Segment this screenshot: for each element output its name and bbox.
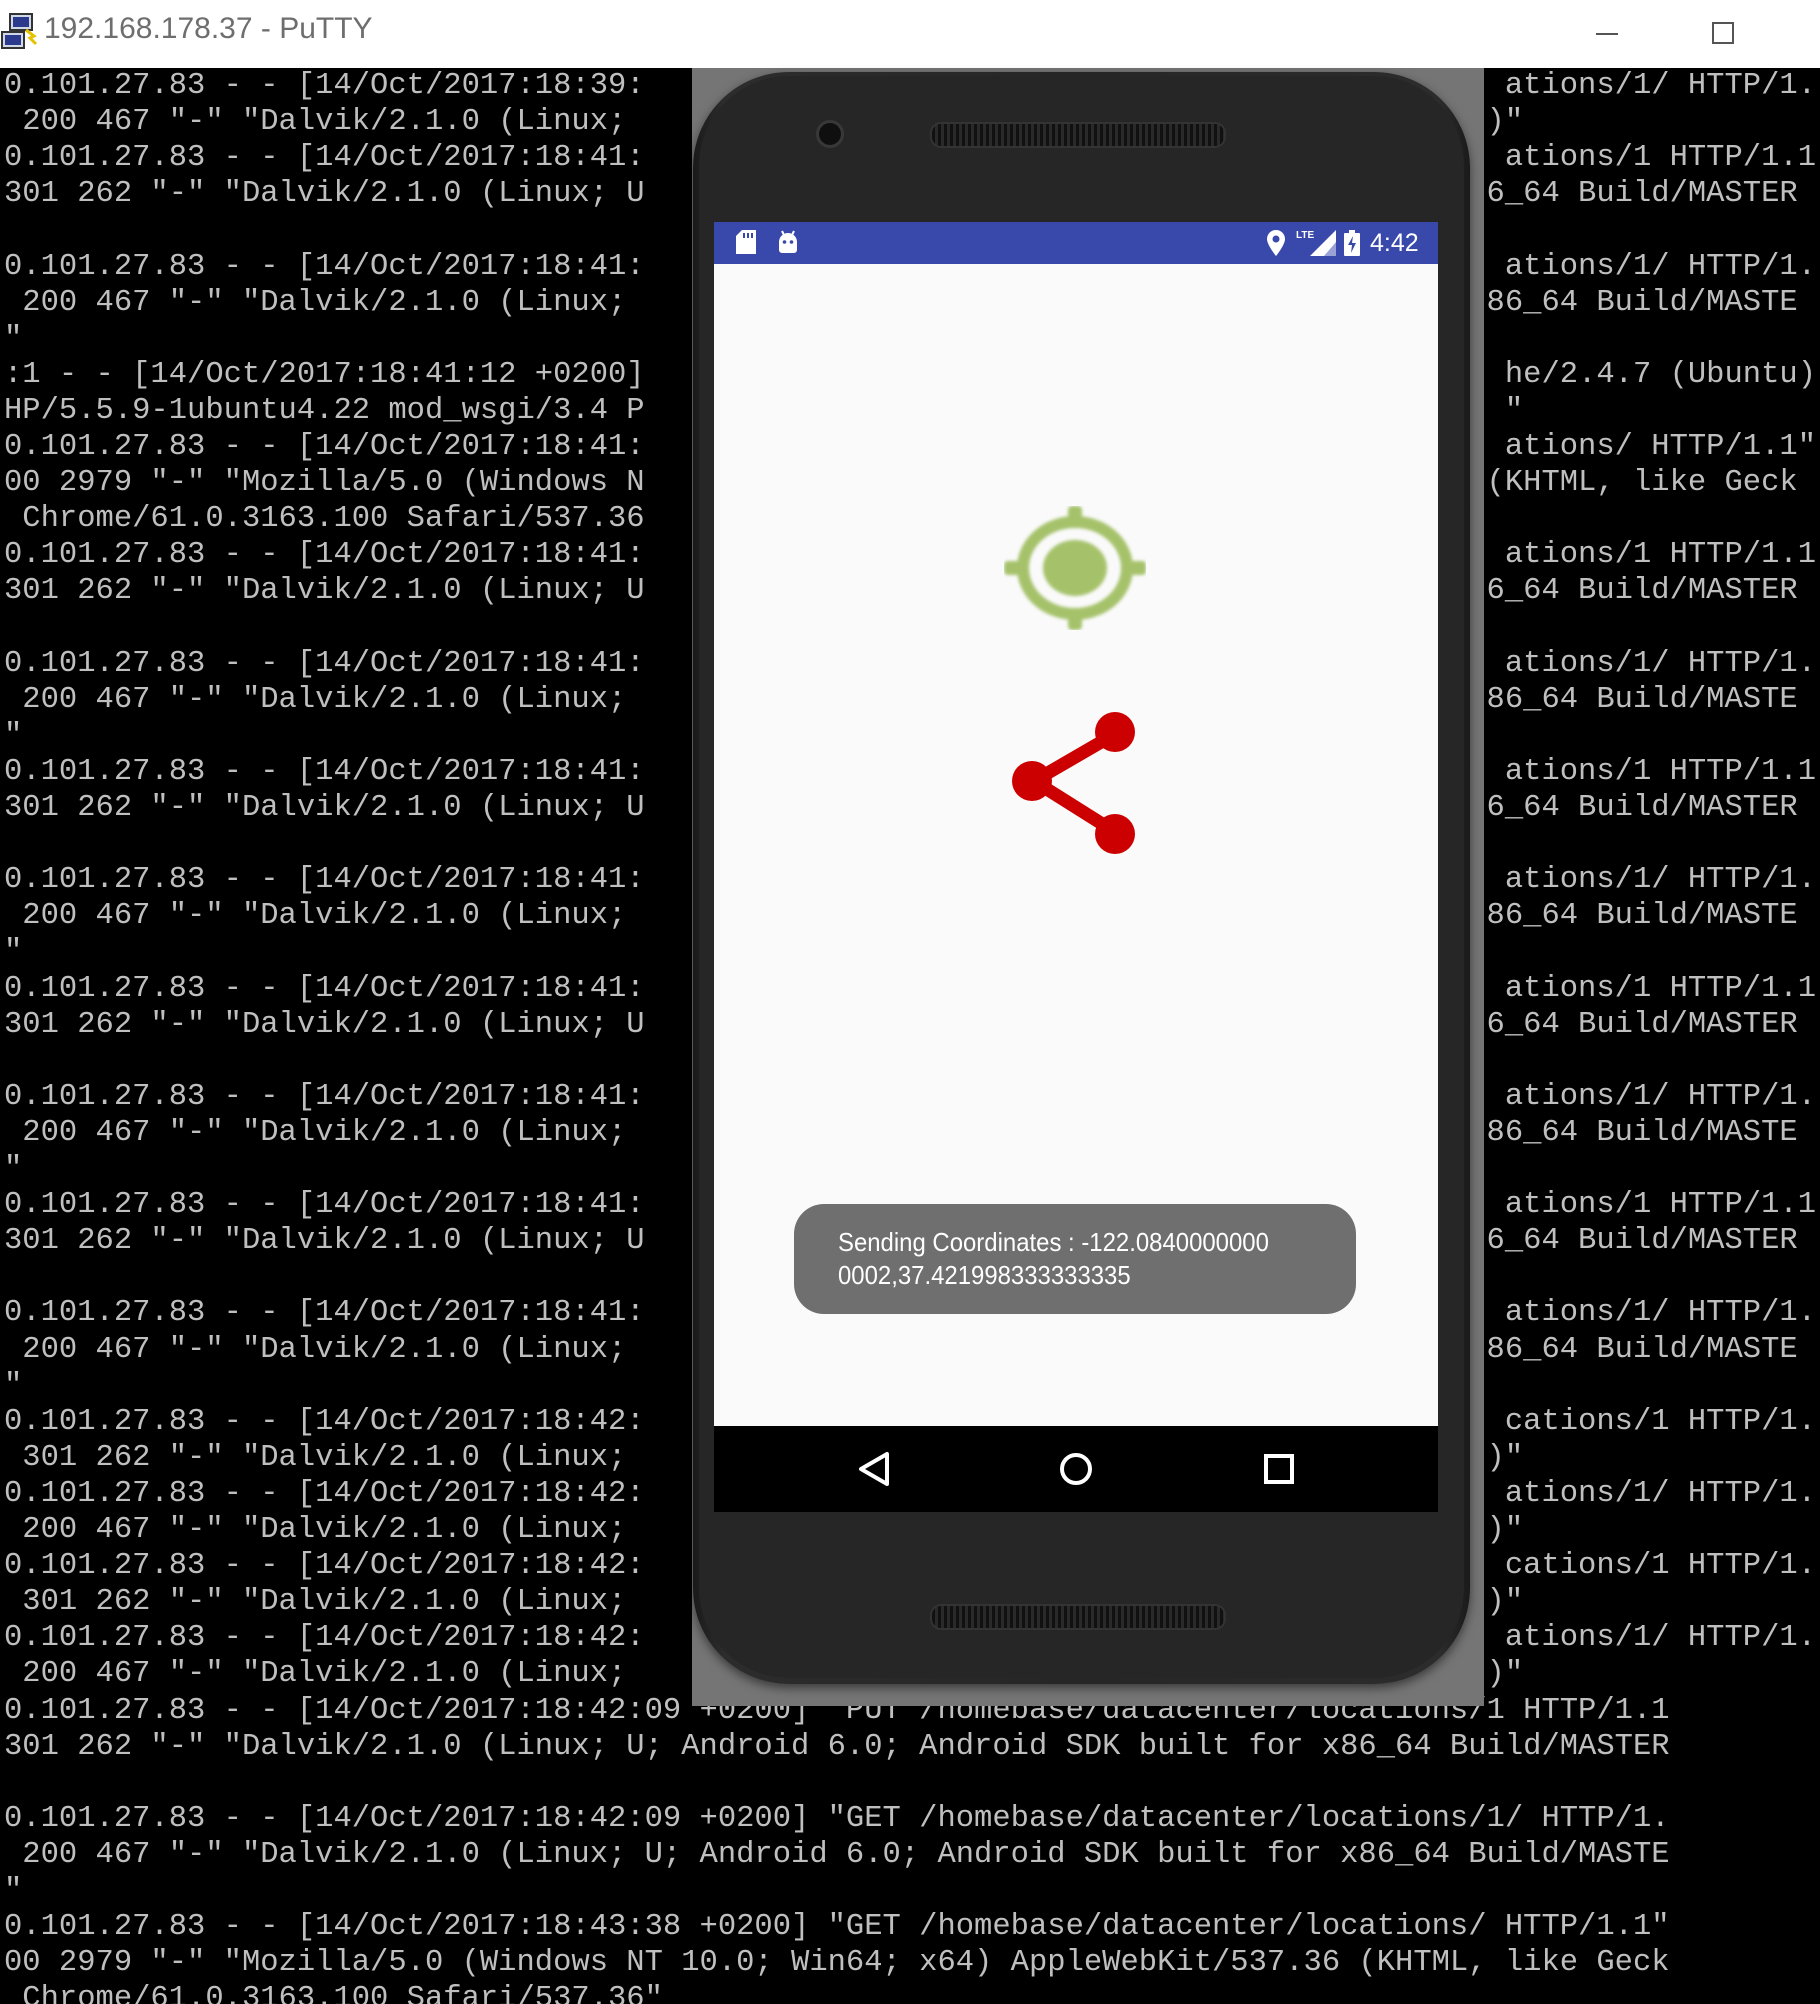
terminal-line: 0.101.27.83 - - [14/Oct/2017:18:43:38 +0… [4,1910,1670,1945]
terminal-line: 200 467 "-" "Dalvik/2.1.0 (Linux; U; And… [4,1837,1670,1872]
home-icon[interactable] [1051,1444,1101,1494]
toast-message: Sending Coordinates : -122.0840000000000… [794,1204,1356,1314]
terminal-line: Chrome/61.0.3163.100 Safari/537.36" [4,1982,663,2004]
terminal-line: " [4,718,23,753]
recents-icon[interactable] [1254,1444,1304,1494]
battery-charging-icon [1344,230,1360,256]
putty-icon [1,13,38,49]
share-icon[interactable] [1010,710,1140,856]
front-camera [816,120,844,148]
phone-screen[interactable]: LTE 4:42 Sending Coordinates: -122.0840… [714,222,1438,1512]
window-title-bar[interactable]: 192.168.178.37 - PuTTY [0,0,1820,68]
status-bar-clock: 4:42 [1370,229,1419,257]
back-icon[interactable] [849,1444,899,1494]
terminal-line: " [4,1368,23,1403]
window-title: 192.168.178.37 - PuTTY [44,12,373,45]
terminal-line: 0.101.27.83 - - [14/Oct/2017:18:42:09 +0… [4,1801,1670,1836]
android-debug-icon [779,230,797,253]
android-status-bar: LTE 4:42 [714,222,1438,264]
lte-signal-icon: LTE [1296,230,1336,256]
terminal-line: 00 2979 "-" "Mozilla/5.0 (Windows NT 10.… [4,1946,1670,1981]
terminal-line: " [4,935,23,970]
lte-label: LTE [1296,230,1314,241]
bottom-speaker-grille [930,1604,1226,1630]
terminal-line: " [4,321,23,356]
top-speaker-grille [930,122,1226,148]
minimize-icon[interactable] [1552,0,1664,68]
terminal-line: Chrome/61.0.3163.100 Safari/537.36 [4,502,645,537]
terminal-line: 301 262 "-" "Dalvik/2.1.0 (Linux; U; And… [4,1729,1670,1764]
terminal-line: " [4,1152,23,1186]
sd-card-icon [736,230,756,254]
gps-target-icon[interactable] [1004,506,1146,630]
maximize-icon[interactable] [1666,0,1778,68]
terminal-line: " [4,1874,23,1908]
toast-text: Sending Coordinates : -122.0840000000000… [838,1227,1269,1290]
android-nav-bar [714,1426,1438,1512]
location-icon [1267,230,1285,256]
